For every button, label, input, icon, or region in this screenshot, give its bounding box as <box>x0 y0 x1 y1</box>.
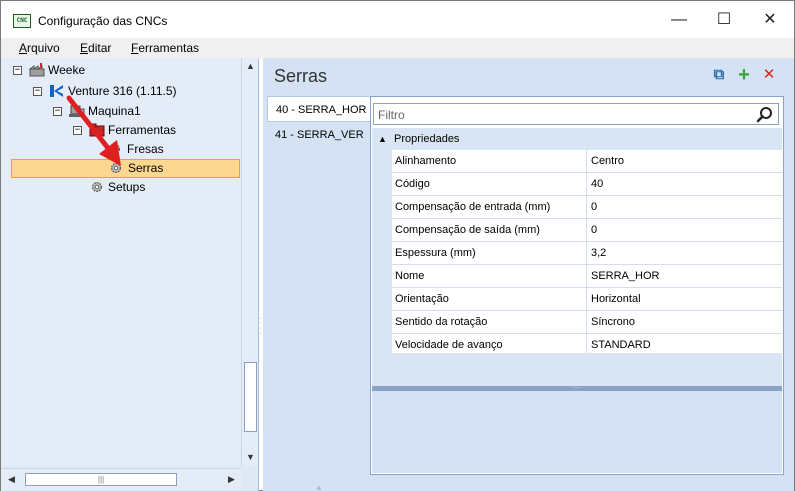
property-row[interactable]: Compensação de saída (mm) 0 <box>392 219 782 242</box>
list-item-serra-ver[interactable]: 41 - SERRA_VER <box>267 122 370 148</box>
scroll-thumb[interactable]: ||| <box>25 473 177 486</box>
annotation-arrow-icon <box>66 95 121 166</box>
property-row[interactable]: Código 40 <box>392 173 782 196</box>
scroll-left-button[interactable]: ◀ <box>3 469 20 490</box>
property-value[interactable]: 40 <box>588 173 782 196</box>
section-title: Serras <box>274 66 328 86</box>
window-title: Configuração das CNCs <box>38 14 168 28</box>
pane-splitter[interactable]: · · · · <box>259 315 262 337</box>
property-name: Compensação de entrada (mm) <box>392 196 587 219</box>
tool-list: 40 - SERRA_HOR 41 - SERRA_VER ▲ ▼ <box>267 96 370 491</box>
content-pane: Serras ⧉ + ✕ 40 - SERRA_HOR 41 - SERRA_V… <box>263 58 794 491</box>
category-label: Propriedades <box>394 133 460 145</box>
tree-node-weeke[interactable]: − Weeke <box>11 61 211 80</box>
grid-empty-area <box>372 353 782 386</box>
property-value[interactable]: Horizontal <box>588 288 782 311</box>
property-name: Código <box>392 173 587 196</box>
property-row[interactable]: Espessura (mm) 3,2 <box>392 242 782 265</box>
tree-pane: − Weeke − Venture 316 (1.11.5) − Maquina… <box>1 58 259 491</box>
menu-ferramentas-label: erramentas <box>138 41 200 55</box>
property-row[interactable]: Nome SERRA_HOR <box>392 265 782 288</box>
menu-editar-mnemonic: E <box>80 41 89 55</box>
main-window: CNC Configuração das CNCs — ☐ ✕ Arquivo … <box>0 0 795 491</box>
property-name: Espessura (mm) <box>392 242 587 265</box>
scroll-right-button[interactable]: ▶ <box>223 469 240 490</box>
tree-vertical-scrollbar[interactable]: ▲ ▼ <box>241 58 258 466</box>
gear-icon <box>89 180 105 194</box>
filter-box <box>373 103 779 125</box>
factory-icon <box>28 63 45 77</box>
tree-node-label: Setups <box>108 180 146 194</box>
add-icon[interactable]: + <box>735 65 753 85</box>
tree-node-label: Fresas <box>127 142 164 156</box>
delete-icon[interactable]: ✕ <box>760 66 778 84</box>
property-name: Sentido da rotação <box>392 311 587 334</box>
menu-ferramentas[interactable]: Ferramentas <box>131 41 199 55</box>
property-name: Orientação <box>392 288 587 311</box>
property-name: Alinhamento <box>392 150 587 173</box>
property-panel: ▲ Propriedades Alinhamento Centro Código… <box>370 96 784 475</box>
property-grid: ▲ Propriedades Alinhamento Centro Código… <box>372 128 782 359</box>
property-name: Compensação de saída (mm) <box>392 219 587 242</box>
property-row[interactable]: Alinhamento Centro <box>392 150 782 173</box>
menu-arquivo-mnemonic: A <box>19 41 28 55</box>
close-button[interactable]: ✕ <box>747 1 793 38</box>
grid-gutter <box>372 150 392 359</box>
property-name: Nome <box>392 265 587 288</box>
tree-node-setups[interactable]: Setups <box>71 178 231 197</box>
menu-arquivo-label: rquivo <box>27 41 60 55</box>
list-nav-up-icon[interactable]: ▲ <box>315 483 323 491</box>
menu-arquivo[interactable]: Arquivo <box>19 41 60 55</box>
title-bar[interactable]: CNC Configuração das CNCs — ☐ ✕ <box>1 1 794 38</box>
list-item-serra-hor[interactable]: 40 - SERRA_HOR <box>267 96 370 122</box>
scroll-up-button[interactable]: ▲ <box>242 58 259 75</box>
tree-horizontal-scrollbar[interactable]: ◀ ||| ▶ <box>1 468 241 490</box>
collapse-toggle[interactable]: − <box>13 66 22 75</box>
property-value[interactable]: 0 <box>588 219 782 242</box>
filter-input[interactable] <box>378 107 748 122</box>
description-area <box>372 391 782 473</box>
tree-node-label: Weeke <box>48 63 86 77</box>
minimize-button[interactable]: — <box>656 1 702 38</box>
property-value[interactable]: 3,2 <box>588 242 782 265</box>
menu-bar: Arquivo Editar Ferramentas <box>1 38 794 58</box>
maximize-button[interactable]: ☐ <box>701 1 747 38</box>
config-tree: − Weeke − Venture 316 (1.11.5) − Maquina… <box>1 58 241 466</box>
category-row[interactable]: ▲ Propriedades <box>372 128 782 150</box>
property-row[interactable]: Orientação Horizontal <box>392 288 782 311</box>
property-row[interactable]: Sentido da rotação Síncrono <box>392 311 782 334</box>
menu-editar-label: ditar <box>88 41 112 55</box>
app-icon: CNC <box>13 14 31 28</box>
list-nav-arrows[interactable]: ▲ ▼ <box>315 483 323 491</box>
copy-icon[interactable]: ⧉ <box>710 66 728 84</box>
property-row[interactable]: Compensação de entrada (mm) 0 <box>392 196 782 219</box>
property-value[interactable]: Centro <box>588 150 782 173</box>
tree-node-label: Serras <box>128 161 164 175</box>
menu-editar[interactable]: Editar <box>80 41 111 55</box>
collapse-icon[interactable]: ▲ <box>378 128 387 150</box>
property-value[interactable]: 0 <box>588 196 782 219</box>
scroll-down-button[interactable]: ▼ <box>242 449 259 466</box>
collapse-toggle[interactable]: − <box>33 87 42 96</box>
property-value[interactable]: Síncrono <box>588 311 782 334</box>
search-icon[interactable] <box>756 106 774 124</box>
scroll-thumb[interactable] <box>244 362 257 432</box>
property-value[interactable]: SERRA_HOR <box>588 265 782 288</box>
